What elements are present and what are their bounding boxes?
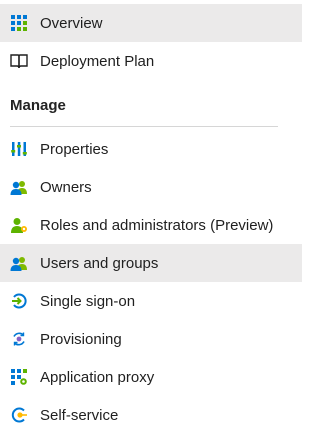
book-icon: [9, 51, 29, 71]
provisioning-icon: [9, 329, 29, 349]
nav-item-roles-and-administrators[interactable]: Roles and administrators (Preview): [0, 206, 302, 244]
nav-item-application-proxy[interactable]: Application proxy: [0, 358, 302, 396]
nav-item-label: Roles and administrators (Preview): [40, 216, 274, 234]
section-title: Manage: [10, 97, 66, 114]
nav-item-label: Self-service: [40, 406, 119, 424]
nav-item-label: Provisioning: [40, 330, 122, 348]
nav-item-single-sign-on[interactable]: Single sign-on: [0, 282, 302, 320]
section-divider: [10, 126, 278, 127]
nav-item-label: Single sign-on: [40, 292, 136, 310]
nav-item-self-service[interactable]: Self-service: [0, 396, 302, 434]
nav-item-properties[interactable]: Properties: [0, 130, 302, 168]
self-service-icon: [9, 405, 29, 425]
manage-section-header: Manage: [0, 80, 302, 130]
nav-item-label: Users and groups: [40, 254, 159, 272]
sidebar-nav: Overview Deployment Plan Manage Properti…: [0, 4, 302, 434]
nav-item-overview[interactable]: Overview: [0, 4, 302, 42]
user-role-icon: [9, 215, 29, 235]
nav-item-label: Overview: [40, 14, 103, 32]
nav-item-provisioning[interactable]: Provisioning: [0, 320, 302, 358]
nav-item-label: Owners: [40, 178, 92, 196]
users-icon: [9, 177, 29, 197]
nav-item-deployment-plan[interactable]: Deployment Plan: [0, 42, 302, 80]
properties-icon: [9, 139, 29, 159]
nav-item-label: Deployment Plan: [40, 52, 155, 70]
app-proxy-icon: [9, 367, 29, 387]
users-icon: [9, 253, 29, 273]
nav-item-label: Application proxy: [40, 368, 155, 386]
nav-item-users-and-groups[interactable]: Users and groups: [0, 244, 302, 282]
sign-on-icon: [9, 291, 29, 311]
grid-icon: [9, 13, 29, 33]
nav-item-label: Properties: [40, 140, 109, 158]
nav-item-owners[interactable]: Owners: [0, 168, 302, 206]
